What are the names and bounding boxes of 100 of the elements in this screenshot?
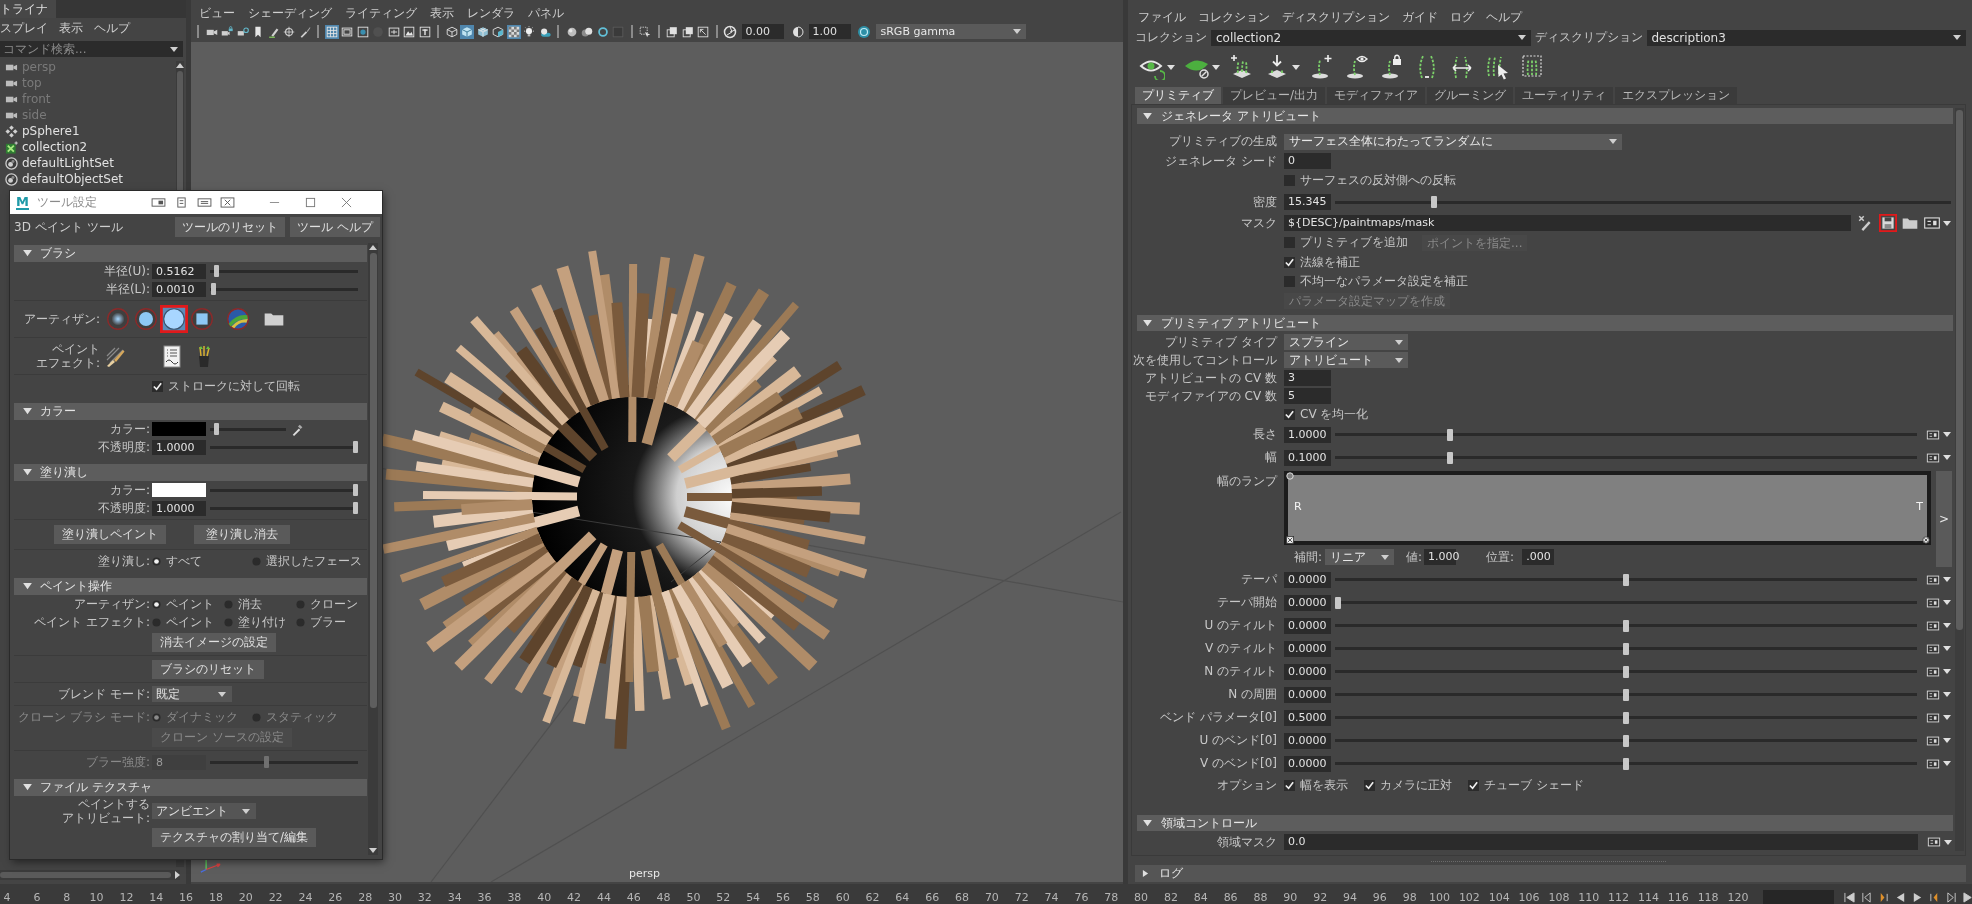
ramp-handle[interactable] (1922, 536, 1930, 544)
dropdown[interactable]: スプライン (1284, 334, 1408, 350)
slider-thumb[interactable] (1623, 642, 1629, 655)
tab[interactable]: ユーティリティ (1515, 87, 1614, 104)
scrollbar-track[interactable] (368, 243, 378, 855)
number-field[interactable]: 0.0000 (1284, 640, 1331, 657)
caret-icon[interactable] (1395, 339, 1403, 345)
slider-thumb[interactable] (1447, 428, 1454, 441)
aperture-icon[interactable] (723, 24, 737, 39)
checkbox-label[interactable]: 法線を補正 (1300, 253, 1360, 271)
number-field[interactable]: 5 (1284, 388, 1331, 404)
number-field[interactable]: 0.0000 (1284, 617, 1331, 634)
circle-icon[interactable] (132, 305, 160, 333)
slider-thumb[interactable] (214, 265, 220, 277)
slider-thumb[interactable] (1430, 196, 1437, 208)
section-header[interactable]: ブラシ (14, 245, 367, 262)
number-field[interactable]: .000 (1522, 549, 1555, 565)
caret-icon[interactable] (1953, 35, 1961, 40)
play-back-icon[interactable] (1894, 892, 1906, 903)
caret-icon[interactable] (1943, 600, 1951, 605)
number-field[interactable]: 0.0000 (1284, 686, 1331, 703)
slider-thumb[interactable] (1623, 619, 1629, 632)
color-management-icon[interactable] (857, 24, 871, 39)
radio-button[interactable] (152, 599, 161, 609)
slider-thumb[interactable] (1623, 711, 1629, 724)
locked-camera-icon[interactable] (220, 24, 234, 39)
caret-icon[interactable] (1943, 220, 1951, 226)
panel-icon[interactable] (1926, 618, 1940, 633)
scroll-down-icon[interactable] (369, 848, 377, 853)
radio-label[interactable]: 塗り付け (238, 613, 286, 631)
dropdown[interactable]: サーフェス全体にわたってランダムに (1284, 133, 1622, 150)
menu-item[interactable]: ディスクリプション (1282, 8, 1390, 26)
section-header[interactable]: ペイント操作 (14, 578, 367, 595)
scroll-up-icon[interactable] (369, 245, 377, 250)
tab[interactable]: モディファイア (1327, 87, 1426, 104)
caret-icon[interactable] (1167, 64, 1175, 70)
path-field[interactable]: ${DESC}/paintmaps/mask (1284, 215, 1851, 232)
section-header[interactable]: ファイル テクスチャ (14, 779, 367, 796)
caret-icon[interactable] (1944, 839, 1952, 845)
textured-cube-icon[interactable] (475, 24, 490, 39)
arrows-strand-icon[interactable] (1449, 54, 1475, 80)
outliner-item[interactable]: defaultLightSet (22, 156, 114, 170)
dropdown[interactable]: description3 (1646, 29, 1966, 46)
triangle-down-icon[interactable] (23, 583, 32, 590)
number-field[interactable]: 0 (1284, 153, 1331, 170)
number-field[interactable]: 0.0000 (1284, 663, 1331, 680)
number-field[interactable]: 3 (1284, 370, 1331, 386)
caret-icon[interactable] (1012, 29, 1021, 34)
scrollbar-track[interactable] (1955, 108, 1964, 851)
button[interactable]: ツール ヘルプ (290, 217, 380, 237)
slider-thumb[interactable] (1623, 734, 1629, 747)
checkbox[interactable] (1284, 408, 1295, 420)
eyedropper-icon[interactable] (291, 422, 305, 436)
menu-item[interactable]: 表示 (59, 19, 83, 37)
section-header[interactable]: 領域コントロール (1137, 815, 1953, 831)
text-field[interactable]: 0.0 (1284, 834, 1918, 850)
caret-icon[interactable] (1943, 738, 1951, 743)
caret-icon[interactable] (1609, 139, 1617, 145)
plus-strand-icon[interactable] (1309, 54, 1335, 80)
number-field[interactable]: 0.5000 (1284, 709, 1331, 726)
ramp-handle[interactable] (1286, 536, 1294, 544)
checker-icon[interactable] (506, 24, 521, 39)
caret-icon[interactable] (170, 47, 178, 52)
checkbox-label[interactable]: CV を均一化 (1300, 405, 1369, 423)
number-field[interactable]: 1.00 (808, 24, 851, 39)
caret-icon[interactable] (1212, 64, 1220, 70)
checkbox[interactable] (152, 380, 163, 392)
button[interactable]: 塗り潰し消去 (194, 525, 290, 544)
number-field[interactable]: 0.0000 (1284, 571, 1331, 588)
window-cross-icon[interactable] (219, 197, 235, 208)
caret-icon[interactable] (1943, 761, 1951, 766)
slider-thumb[interactable] (353, 484, 358, 496)
radio-button[interactable] (152, 556, 161, 566)
menu-item[interactable]: コレクション (1198, 8, 1270, 26)
crosshair-icon[interactable] (282, 24, 296, 39)
caret-icon[interactable] (1395, 357, 1403, 363)
scrollbar-thumb[interactable] (0, 872, 171, 878)
caret-icon[interactable] (1943, 577, 1951, 582)
checkbox-label[interactable]: 幅を表示 (1300, 776, 1348, 794)
color-swatch[interactable] (152, 422, 206, 436)
scroll-up-icon[interactable] (176, 63, 184, 68)
button[interactable]: ツールのリセット (175, 217, 286, 237)
caret-icon[interactable] (218, 691, 226, 697)
number-field[interactable]: 0.00 (741, 24, 784, 39)
checkbox[interactable] (1364, 779, 1375, 791)
wire-cube-icon[interactable] (444, 24, 459, 39)
step-back-icon[interactable] (1860, 892, 1872, 903)
eye-strand-icon[interactable] (1344, 54, 1370, 80)
caret-icon[interactable] (1517, 35, 1526, 40)
slider-thumb[interactable] (1447, 451, 1454, 464)
radio-button[interactable] (224, 617, 233, 627)
button[interactable]: テクスチャの割り当て/編集 (152, 827, 317, 847)
menu-item[interactable]: パネル (528, 4, 564, 22)
select-box-icon[interactable] (638, 24, 652, 39)
checkbox-label[interactable]: カメラに正対 (1380, 776, 1452, 794)
menu-item[interactable]: シェーディング (248, 4, 332, 22)
panel-icon[interactable] (1926, 450, 1940, 465)
menu-item[interactable]: ビュー (199, 4, 235, 22)
button[interactable]: 消去イメージの設定 (152, 632, 276, 652)
tab[interactable]: プリミティブ (1135, 87, 1221, 104)
